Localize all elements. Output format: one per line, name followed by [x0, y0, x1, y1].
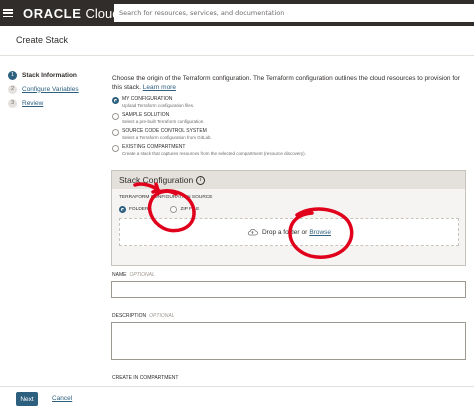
drop-zone[interactable]: Drop a folder or Browse	[119, 218, 459, 246]
step-label: Stack Information	[22, 71, 77, 79]
source-zip-option[interactable]: ZIP FILE	[170, 206, 199, 213]
learn-more-link[interactable]: Learn more	[143, 84, 176, 91]
step-label[interactable]: Review	[22, 100, 43, 107]
cancel-link[interactable]: Cancel	[52, 395, 72, 402]
top-bar: ORACLE Cloud	[0, 0, 474, 26]
origin-options: MY CONFIGURATION Upload Terraform config…	[112, 96, 466, 160]
step-number: 2	[8, 84, 17, 94]
step-number: 1	[8, 70, 17, 80]
folder-label: FOLDER	[129, 207, 149, 212]
page-header: Create Stack	[0, 26, 474, 56]
radio-selected[interactable]	[119, 206, 126, 213]
radio-selected[interactable]	[112, 97, 119, 104]
step-stack-information[interactable]: 1 Stack Information	[8, 68, 79, 82]
menu-icon[interactable]	[3, 9, 13, 17]
option-title: EXISTING COMPARTMENT	[122, 144, 186, 150]
stack-configuration-panel: Stack Configuration i TERRAFORM CONFIGUR…	[111, 170, 466, 266]
option-existing-compartment[interactable]: EXISTING COMPARTMENT Create a stack that…	[112, 144, 466, 160]
browse-link[interactable]: Browse	[309, 229, 331, 236]
description-label: DESCRIPTION OPTIONAL	[112, 313, 174, 319]
optional-tag: OPTIONAL	[149, 313, 175, 319]
optional-tag: OPTIONAL	[129, 272, 155, 278]
option-title: SAMPLE SOLUTION	[122, 112, 170, 118]
radio[interactable]	[170, 206, 178, 213]
option-desc: Upload Terraform configuration files.	[122, 103, 195, 108]
panel-title: Stack Configuration	[119, 175, 194, 185]
option-desc: Select a Terraform configuration from Gi…	[122, 135, 212, 140]
source-options: FOLDER ZIP FILE	[119, 206, 221, 213]
radio[interactable]	[112, 129, 119, 136]
next-button[interactable]: Next	[16, 392, 38, 406]
source-folder-option[interactable]: FOLDER	[119, 206, 148, 213]
source-label: TERRAFORM CONFIGURATION SOURCE	[119, 195, 213, 200]
drop-text: Drop a folder	[261, 228, 300, 236]
description-textarea[interactable]	[111, 322, 466, 360]
option-title: MY CONFIGURATION	[122, 96, 173, 102]
oracle-cloud-logo[interactable]: ORACLE Cloud	[23, 6, 119, 21]
option-sample-solution[interactable]: SAMPLE SOLUTION Select a pre-built Terra…	[112, 112, 466, 128]
brand-main: ORACLE	[23, 5, 82, 21]
intro-text: Choose the origin of the Terraform confi…	[112, 74, 466, 92]
option-source-code-control[interactable]: SOURCE CODE CONTROL SYSTEM Select a Terr…	[112, 128, 466, 144]
panel-header: Stack Configuration i	[112, 171, 465, 189]
zip-label: ZIP FILE	[180, 207, 200, 212]
option-my-configuration[interactable]: MY CONFIGURATION Upload Terraform config…	[112, 96, 466, 112]
step-configure-variables[interactable]: 2 Configure Variables	[8, 82, 79, 96]
radio[interactable]	[112, 145, 119, 152]
intro-section: Choose the origin of the Terraform confi…	[112, 74, 466, 92]
step-review[interactable]: 3 Review	[8, 96, 79, 110]
step-label[interactable]: Configure Variables	[22, 86, 79, 93]
compartment-label: CREATE IN COMPARTMENT	[112, 375, 178, 381]
compartment-label-text: CREATE IN COMPARTMENT	[112, 375, 179, 381]
name-label: NAME OPTIONAL	[112, 272, 155, 278]
search-input[interactable]	[114, 4, 474, 22]
info-icon[interactable]: i	[196, 175, 206, 185]
name-input[interactable]	[111, 281, 466, 298]
description-label-text: DESCRIPTION	[112, 313, 147, 319]
option-desc: Create a stack that captures resources f…	[122, 151, 306, 156]
drop-or: or	[301, 228, 308, 236]
step-number: 3	[8, 98, 17, 108]
radio[interactable]	[112, 113, 119, 120]
footer-bar: Next Cancel	[0, 386, 474, 410]
cloud-upload-icon	[247, 229, 258, 236]
name-label-text: NAME	[112, 272, 127, 278]
wizard-steps: 1 Stack Information 2 Configure Variable…	[8, 68, 79, 110]
option-title: SOURCE CODE CONTROL SYSTEM	[122, 128, 207, 134]
page-title: Create Stack	[16, 35, 69, 45]
option-desc: Select a pre-built Terraform configurati…	[122, 119, 205, 124]
